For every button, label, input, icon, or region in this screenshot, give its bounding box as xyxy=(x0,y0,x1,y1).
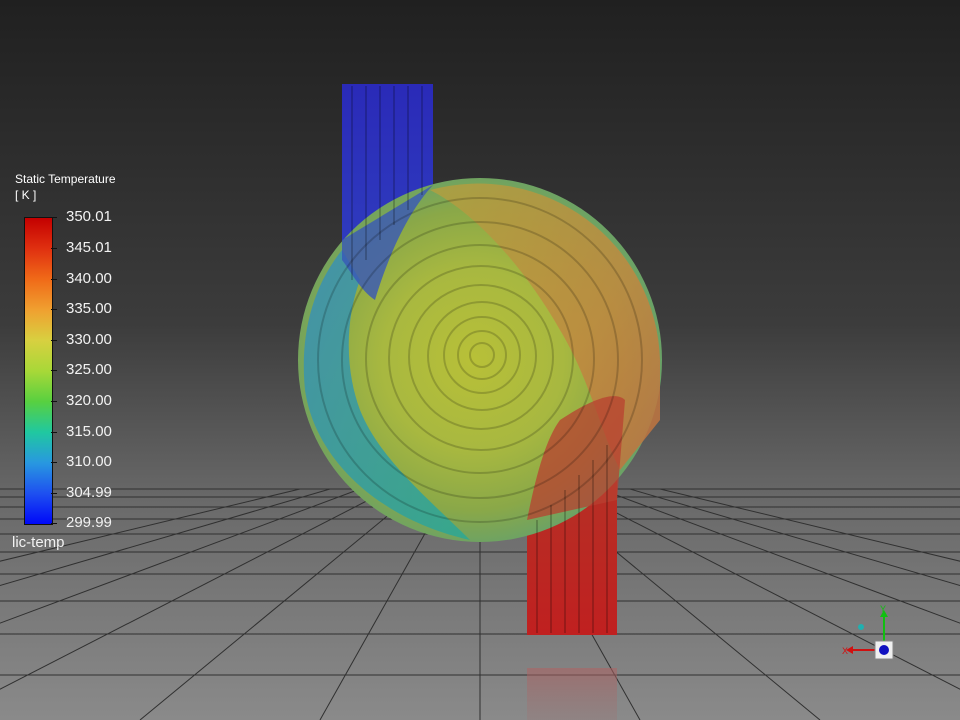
tick-mark xyxy=(51,432,57,433)
axis-triad[interactable]: Y X xyxy=(840,604,904,668)
tick-label: 335.00 xyxy=(66,300,112,317)
tick-mark xyxy=(51,279,57,280)
z-axis-dot xyxy=(879,645,889,655)
tick-mark xyxy=(51,523,57,524)
tick-label: 315.00 xyxy=(66,423,112,440)
tick-mark xyxy=(51,462,57,463)
tick-label: 320.00 xyxy=(66,392,112,409)
legend-title: Static Temperature [ K ] xyxy=(15,171,116,203)
tick-mark xyxy=(51,248,57,249)
x-axis-label: X xyxy=(842,646,848,656)
tick-mark xyxy=(51,340,57,341)
tick-label: 304.99 xyxy=(66,484,112,501)
tick-mark xyxy=(51,401,57,402)
colorbar xyxy=(24,217,53,525)
contour-name: lic-temp xyxy=(12,534,65,551)
view-reset-dot[interactable] xyxy=(858,624,864,630)
y-axis-label: Y xyxy=(880,604,886,614)
3d-viewport[interactable] xyxy=(0,0,960,720)
tick-label: 330.00 xyxy=(66,331,112,348)
tick-mark xyxy=(51,217,57,218)
legend-title-variable: Static Temperature xyxy=(15,172,116,186)
tick-label: 325.00 xyxy=(66,361,112,378)
legend-title-units: [ K ] xyxy=(15,188,37,202)
tick-mark xyxy=(51,493,57,494)
tick-label: 310.00 xyxy=(66,453,112,470)
tick-mark xyxy=(51,309,57,310)
tick-label: 345.01 xyxy=(66,239,112,256)
tick-mark xyxy=(51,370,57,371)
tick-label: 340.00 xyxy=(66,270,112,287)
tick-label: 350.01 xyxy=(66,208,112,225)
outlet-reflection xyxy=(527,668,617,720)
tick-label: 299.99 xyxy=(66,514,112,531)
